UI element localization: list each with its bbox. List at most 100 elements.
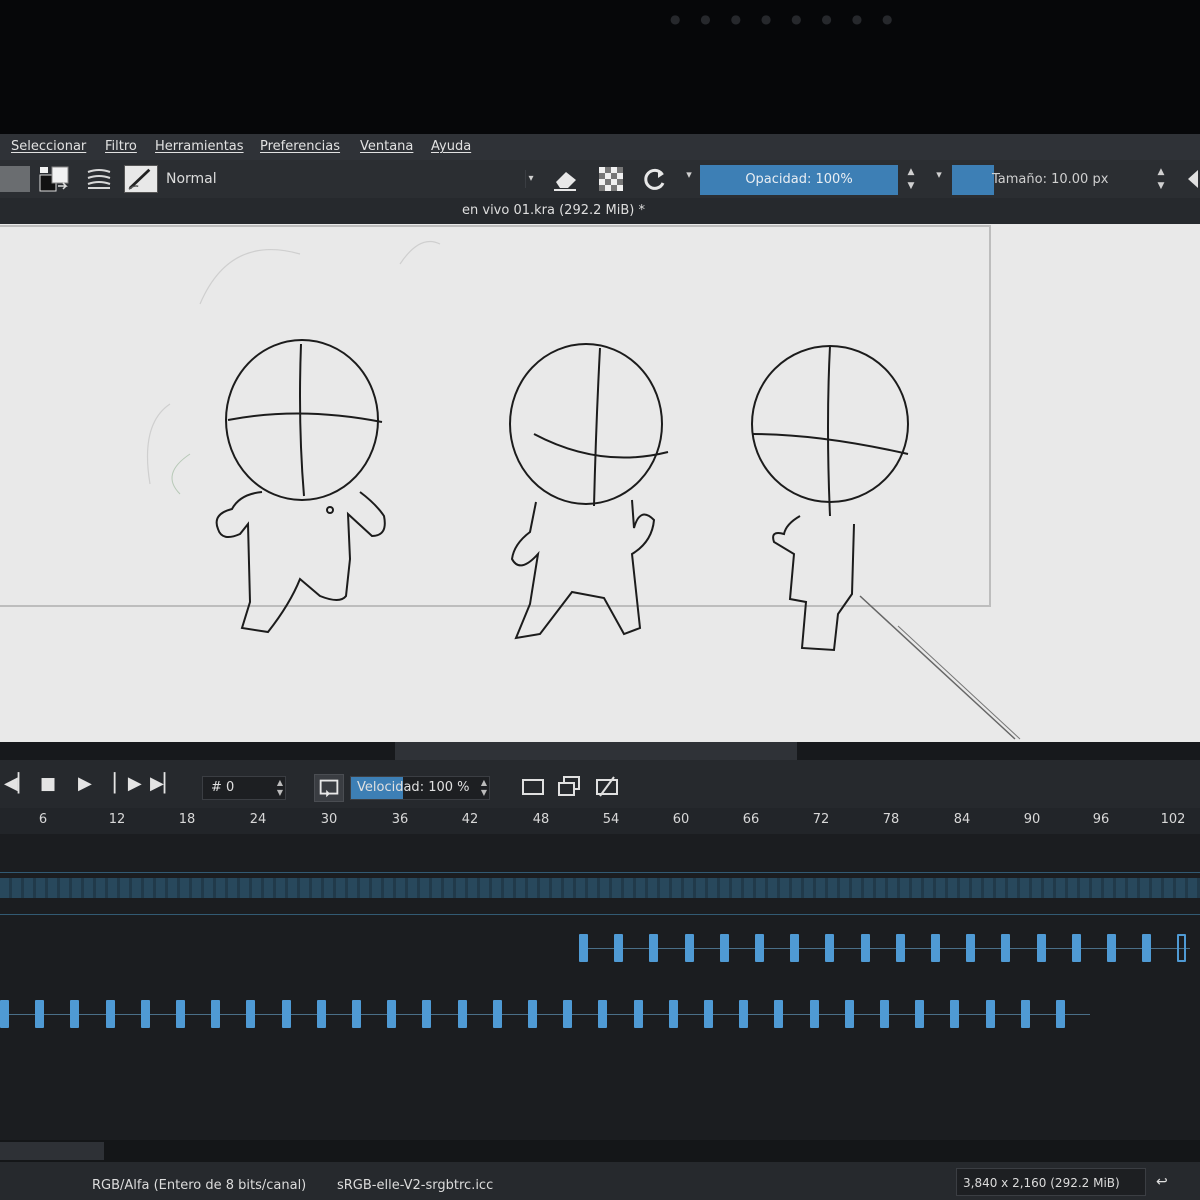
size-stepper[interactable]: ▲ ▼ (1150, 165, 1172, 195)
previous-keyframe-icon[interactable]: ◀▏ (4, 774, 32, 794)
ruler-tick: 66 (742, 812, 760, 827)
color-model-label: RGB/Alfa (Entero de 8 bits/canal) (92, 1178, 307, 1193)
frame-stepper[interactable]: ▲ ▼ (277, 778, 283, 798)
color-swatch[interactable] (0, 166, 30, 192)
keyframe[interactable] (598, 1000, 608, 1028)
keyframe[interactable] (719, 934, 729, 962)
timeline-scrollbar[interactable] (0, 1140, 1200, 1162)
keyframe[interactable] (1142, 934, 1152, 962)
brush-preset-icon[interactable] (124, 165, 158, 193)
keyframe[interactable] (825, 934, 835, 962)
keyframe[interactable] (1036, 934, 1046, 962)
menu-seleccionar[interactable]: Seleccionar (11, 139, 86, 154)
keyframe[interactable] (1020, 1000, 1030, 1028)
size-label: Tamaño: 10.00 px (992, 172, 1109, 187)
speed-stepper[interactable]: ▲ ▼ (481, 778, 487, 798)
mirror-icon[interactable] (1184, 166, 1200, 192)
keyframe[interactable] (457, 1000, 467, 1028)
loop-icon[interactable] (314, 774, 344, 802)
keyframe[interactable] (931, 934, 940, 962)
keyframe[interactable] (246, 1000, 256, 1028)
keyframe[interactable] (649, 934, 659, 962)
fg-bg-colors-icon[interactable] (38, 165, 72, 193)
keyframe[interactable] (563, 1000, 573, 1028)
keyframe[interactable] (614, 934, 624, 962)
ruler-tick: 72 (812, 812, 830, 827)
menu-preferencias[interactable]: Preferencias (260, 139, 340, 154)
keyframe[interactable] (809, 1000, 819, 1028)
document-title[interactable]: en vivo 01.kra (292.2 MiB) * (462, 203, 645, 218)
keyframe[interactable] (316, 1000, 326, 1028)
current-frame-field[interactable]: # 0 ▲ ▼ (202, 776, 286, 800)
keyframe[interactable] (579, 934, 588, 962)
menu-herramientas[interactable]: Herramientas (155, 139, 244, 154)
keyframe[interactable] (1001, 934, 1011, 962)
ruler-tick: 102 (1160, 812, 1186, 827)
timeline-scrollbar-thumb[interactable] (0, 1142, 104, 1160)
keyframe[interactable] (985, 1000, 995, 1028)
keyframe[interactable] (35, 1000, 45, 1028)
drawing-canvas[interactable] (0, 224, 1200, 742)
eraser-icon[interactable] (550, 166, 580, 192)
keyframe[interactable] (70, 1000, 80, 1028)
keyframe[interactable] (704, 1000, 713, 1028)
onion-skin-icon[interactable] (520, 774, 546, 800)
keyframe[interactable] (844, 1000, 854, 1028)
opacity-slider[interactable]: Opacidad: 100% (700, 165, 898, 195)
keyframe[interactable] (387, 1000, 397, 1028)
reload-preset-icon[interactable] (640, 166, 670, 192)
frame-ruler[interactable]: 6 12 18 24 30 36 42 48 54 60 66 72 78 84… (0, 808, 1200, 834)
keyframe[interactable] (105, 1000, 115, 1028)
keyframe[interactable] (1056, 1000, 1065, 1028)
keyframe[interactable] (880, 1000, 889, 1028)
keyframe[interactable] (1071, 934, 1081, 962)
keyframe[interactable] (1177, 934, 1187, 962)
keyframe[interactable] (1107, 934, 1116, 962)
keyframe[interactable] (668, 1000, 678, 1028)
sketch-artwork (0, 225, 1021, 740)
keyframe[interactable] (633, 1000, 643, 1028)
playback-speed-field[interactable]: Velocidad: 100 % ▲ ▼ (350, 776, 490, 800)
keyframe[interactable] (176, 1000, 185, 1028)
current-frame-value: # 0 (211, 780, 235, 795)
keyframe[interactable] (528, 1000, 537, 1028)
keyframe[interactable] (140, 1000, 150, 1028)
chevron-down-icon[interactable]: ▾ (678, 168, 700, 198)
opacity-stepper[interactable]: ▲ ▼ (900, 165, 922, 195)
play-icon[interactable]: ▶ (78, 774, 92, 794)
menu-filtro[interactable]: Filtro (105, 139, 137, 154)
keyframe[interactable] (281, 1000, 291, 1028)
keyframe[interactable] (790, 934, 800, 962)
keyframe[interactable] (492, 1000, 502, 1028)
menu-ayuda[interactable]: Ayuda (431, 139, 471, 154)
duplicate-frames-icon[interactable] (556, 774, 582, 800)
stop-icon[interactable]: ■ (40, 774, 56, 794)
keyframe[interactable] (915, 1000, 925, 1028)
keyframe[interactable] (0, 1000, 9, 1028)
keyframe[interactable] (211, 1000, 221, 1028)
next-frame-icon[interactable]: ▏▶ (114, 774, 142, 794)
blend-mode-select[interactable]: Normal ▾ (160, 166, 538, 192)
rotate-icon[interactable]: ↩ (1156, 1174, 1168, 1190)
menu-ventana[interactable]: Ventana (360, 139, 413, 154)
keyframe[interactable] (966, 934, 976, 962)
keyframe[interactable] (950, 1000, 960, 1028)
keyframe[interactable] (739, 1000, 749, 1028)
drop-frames-icon[interactable] (594, 774, 620, 800)
keyframe[interactable] (895, 934, 905, 962)
keyframe[interactable] (352, 1000, 361, 1028)
brush-settings-icon[interactable] (86, 168, 112, 190)
canvas-scrollbar[interactable] (0, 742, 1200, 760)
canvas-scrollbar-thumb[interactable] (395, 742, 797, 760)
keyframe[interactable] (422, 1000, 432, 1028)
last-frame-icon[interactable]: ▶▏ (150, 774, 178, 794)
keyframe[interactable] (684, 934, 694, 962)
alpha-lock-icon[interactable] (596, 166, 626, 192)
keyframe[interactable] (774, 1000, 784, 1028)
image-size-field[interactable]: 3,840 x 2,160 (292.2 MiB) (956, 1168, 1146, 1196)
keyframe[interactable] (755, 934, 764, 962)
timeline-panel[interactable] (0, 834, 1200, 1140)
keyframe[interactable] (860, 934, 870, 962)
chevron-down-icon[interactable]: ▾ (928, 168, 950, 198)
size-slider[interactable]: Tamaño: 10.00 px (952, 165, 1142, 195)
